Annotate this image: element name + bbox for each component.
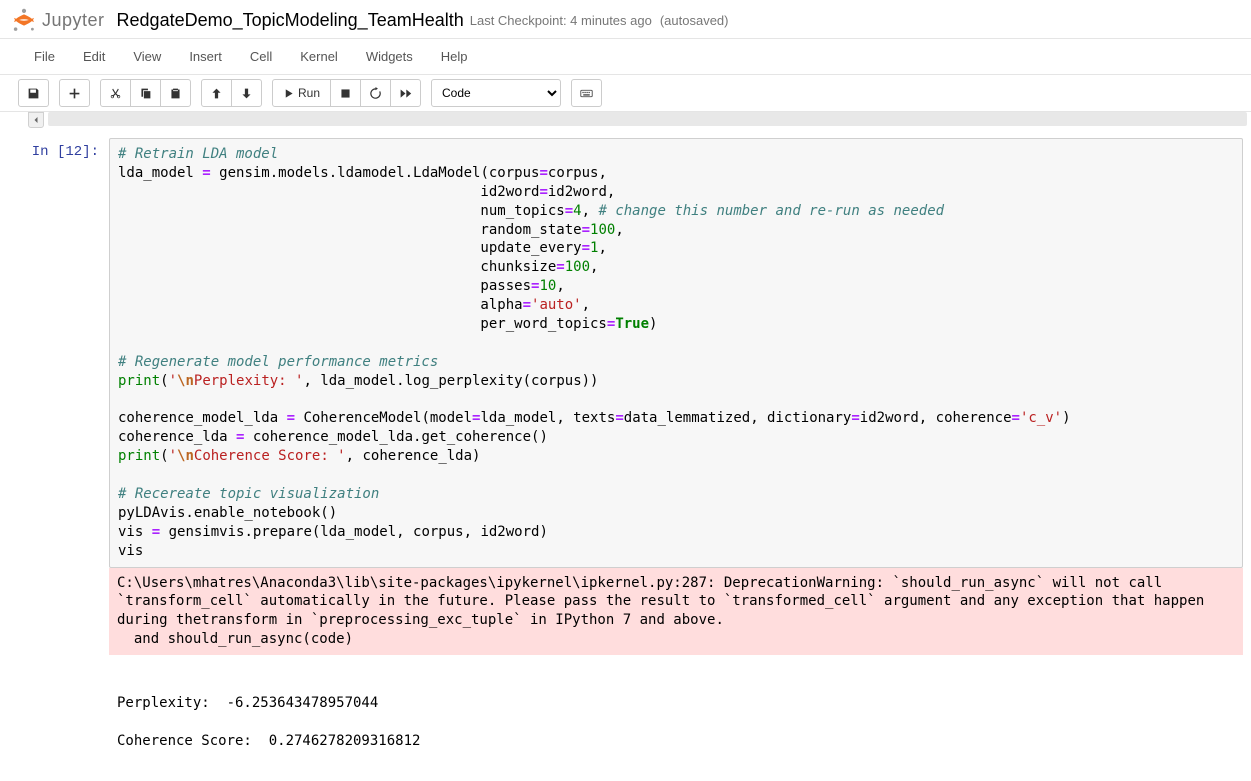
interrupt-button[interactable] [330,79,361,107]
save-button[interactable] [18,79,49,107]
jupyter-logo[interactable]: Jupyter [10,6,105,34]
notebook-title[interactable]: RedgateDemo_TopicModeling_TeamHealth [117,10,464,31]
menu-help[interactable]: Help [427,43,482,70]
header: Jupyter RedgateDemo_TopicModeling_TeamHe… [0,0,1251,39]
move-down-button[interactable] [231,79,262,107]
collapse-toggle[interactable] [28,112,44,128]
autosave-text: (autosaved) [660,13,729,28]
menu-kernel[interactable]: Kernel [286,43,352,70]
paste-icon [169,87,182,100]
copy-icon [139,87,152,100]
save-icon [27,87,40,100]
notebook-container: In [12]: # Retrain LDA model lda_model =… [0,112,1251,781]
arrow-down-icon [240,87,253,100]
add-cell-button[interactable] [59,79,90,107]
arrow-up-icon [210,87,223,100]
restart-button[interactable] [360,79,391,107]
code-cell[interactable]: In [12]: # Retrain LDA model lda_model =… [0,134,1251,761]
code-input-area[interactable]: # Retrain LDA model lda_model = gensim.m… [109,138,1243,568]
run-button[interactable]: Run [272,79,331,107]
menu-cell[interactable]: Cell [236,43,286,70]
menu-widgets[interactable]: Widgets [352,43,427,70]
toolbar: Run Code [0,75,1251,112]
input-prompt: In [12]: [14,138,109,757]
play-icon [283,88,294,99]
output-stderr: C:\Users\mhatres\Anaconda3\lib\site-pack… [109,568,1243,656]
menu-view[interactable]: View [119,43,175,70]
cut-button[interactable] [100,79,131,107]
checkpoint-text: Last Checkpoint: 4 minutes ago [470,13,652,28]
paste-button[interactable] [160,79,191,107]
scissors-icon [109,87,122,100]
copy-button[interactable] [130,79,161,107]
menu-file[interactable]: File [20,43,69,70]
jupyter-icon [10,6,38,34]
move-up-button[interactable] [201,79,232,107]
run-label: Run [298,86,320,100]
collapsed-cell-bar[interactable] [48,112,1247,126]
logo-text: Jupyter [42,10,105,31]
restart-icon [369,87,382,100]
output-stdout: Perplexity: -6.253643478957044 Coherence… [109,669,1243,757]
plus-icon [68,87,81,100]
menu-insert[interactable]: Insert [175,43,236,70]
chevron-left-icon [32,116,40,124]
cell-body: # Retrain LDA model lda_model = gensim.m… [109,138,1243,757]
stop-icon [339,87,352,100]
keyboard-icon [580,87,593,100]
menu-edit[interactable]: Edit [69,43,119,70]
menubar: File Edit View Insert Cell Kernel Widget… [0,39,1251,75]
restart-run-all-button[interactable] [390,79,421,107]
command-palette-button[interactable] [571,79,602,107]
fast-forward-icon [399,87,412,100]
cell-type-select[interactable]: Code [431,79,561,107]
